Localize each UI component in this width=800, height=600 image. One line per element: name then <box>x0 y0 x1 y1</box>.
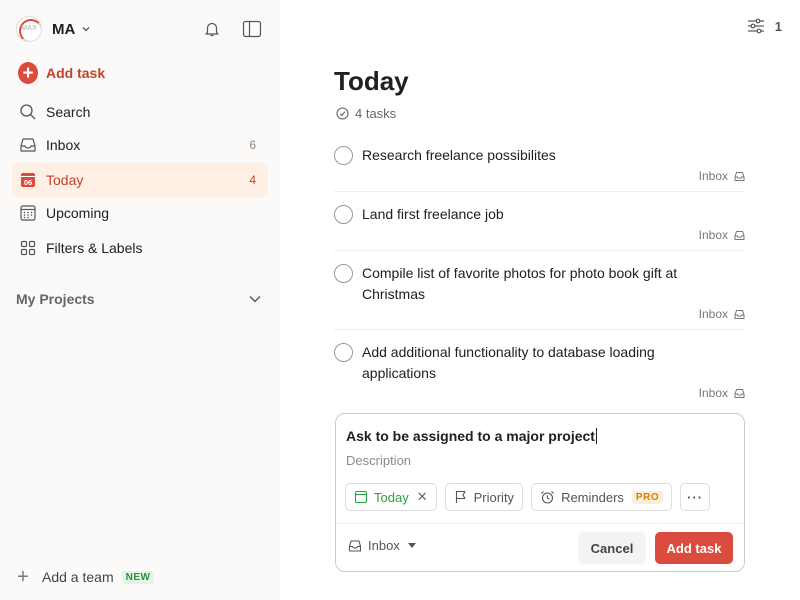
inbox-count: 6 <box>249 138 256 152</box>
grid-icon <box>18 238 38 258</box>
sidebar-item-label: Search <box>46 104 91 120</box>
more-icon: ··· <box>687 489 704 505</box>
calendar-icon <box>18 203 38 223</box>
task-checkbox[interactable] <box>334 146 353 165</box>
task-title[interactable]: Add additional functionality to database… <box>362 342 702 384</box>
task-checkbox[interactable] <box>334 264 353 283</box>
avatar: MAX <box>16 16 42 42</box>
view-options-button[interactable]: 1 <box>747 18 782 34</box>
chevron-down-icon[interactable] <box>248 292 262 306</box>
text-caret <box>595 428 597 444</box>
priority-chip[interactable]: Priority <box>444 483 524 511</box>
inbox-icon <box>734 230 745 240</box>
task-name-text: Ask to be assigned to a major project <box>346 428 595 444</box>
new-badge: NEW <box>121 570 155 584</box>
check-circle-icon <box>336 107 349 120</box>
sidebar-item-upcoming[interactable]: Upcoming <box>12 196 268 230</box>
due-date-label: Today <box>374 489 409 505</box>
user-menu[interactable]: MAX MA <box>16 16 91 42</box>
my-projects-label: My Projects <box>16 291 95 307</box>
inbox-icon <box>348 539 362 553</box>
reminders-label: Reminders <box>561 489 624 505</box>
task-attribute-chips: Today ✕ Priority Reminders PRO ··· <box>345 483 711 511</box>
my-projects-header[interactable]: My Projects <box>16 288 268 310</box>
today-icon-date: 06 <box>24 178 32 187</box>
project-selector-label: Inbox <box>368 538 400 553</box>
add-task-button[interactable]: + Add task <box>12 56 268 90</box>
task-name-input[interactable]: Ask to be assigned to a major project <box>346 428 597 444</box>
search-icon <box>18 102 38 122</box>
flag-icon <box>454 490 468 504</box>
add-team-button[interactable]: + Add a team NEW <box>16 566 155 588</box>
sidebar-item-today[interactable]: 06 Today 4 <box>12 163 268 197</box>
avatar-text: MAX <box>21 25 37 32</box>
task-item[interactable]: Add additional functionality to database… <box>334 342 745 408</box>
task-editor: Ask to be assigned to a major project To… <box>335 413 745 572</box>
calendar-icon <box>354 490 368 504</box>
sidebar-header: MAX MA <box>16 14 268 44</box>
sidebar-item-filters-labels[interactable]: Filters & Labels <box>12 231 268 265</box>
project-selector[interactable]: Inbox <box>348 538 416 553</box>
add-team-label: Add a team <box>42 569 114 585</box>
notifications-button[interactable] <box>200 17 224 41</box>
chevron-down-icon <box>82 27 90 32</box>
page-title: Today <box>334 66 409 96</box>
plus-icon: + <box>17 566 29 588</box>
task-project[interactable]: Inbox <box>699 307 745 321</box>
task-checkbox[interactable] <box>334 343 353 362</box>
view-count: 1 <box>774 18 782 34</box>
add-icon: + <box>18 62 38 84</box>
caret-down-icon <box>407 542 416 548</box>
calendar-today-icon: 06 <box>18 170 38 190</box>
add-task-submit-button[interactable]: Add task <box>655 532 733 564</box>
task-project[interactable]: Inbox <box>699 169 745 183</box>
alarm-clock-icon <box>540 490 555 505</box>
reminders-chip[interactable]: Reminders PRO <box>531 483 673 511</box>
editor-divider <box>336 523 744 524</box>
more-options-button[interactable]: ··· <box>680 483 711 511</box>
task-checkbox[interactable] <box>334 205 353 224</box>
toggle-sidebar-button[interactable] <box>240 17 264 41</box>
task-title[interactable]: Land first freelance job <box>362 204 702 225</box>
task-item[interactable]: Land first freelance job Inbox <box>334 204 745 251</box>
pro-badge: PRO <box>631 490 664 504</box>
cancel-button[interactable]: Cancel <box>578 532 646 564</box>
inbox-icon <box>18 135 38 155</box>
today-count: 4 <box>249 173 256 187</box>
sliders-icon <box>747 18 764 34</box>
task-item[interactable]: Compile list of favorite photos for phot… <box>334 263 745 330</box>
add-task-label: Add task <box>46 65 106 81</box>
bell-icon <box>205 22 219 37</box>
main-content: 1 Today 4 tasks Research freelance possi… <box>280 0 800 600</box>
sidebar-item-label: Filters & Labels <box>46 240 143 256</box>
due-date-chip[interactable]: Today ✕ <box>345 483 437 511</box>
task-title[interactable]: Research freelance possibilites <box>362 145 702 166</box>
inbox-icon <box>734 171 745 181</box>
task-project-name: Inbox <box>698 169 728 183</box>
sidebar-item-label: Inbox <box>46 137 81 153</box>
sidebar-toggle-icon <box>242 20 262 38</box>
task-count-text: 4 tasks <box>355 106 397 121</box>
inbox-icon <box>734 309 745 319</box>
sidebar: MAX MA + Add task Search Inbox 6 06 Toda… <box>0 0 280 600</box>
inbox-icon <box>734 388 745 398</box>
sidebar-item-label: Today <box>46 172 84 188</box>
sidebar-item-inbox[interactable]: Inbox 6 <box>12 128 268 162</box>
sidebar-item-label: Upcoming <box>46 205 110 221</box>
task-project-name: Inbox <box>698 228 728 242</box>
task-item[interactable]: Research freelance possibilites Inbox <box>334 145 745 192</box>
priority-label: Priority <box>473 489 515 505</box>
close-icon[interactable]: ✕ <box>417 489 428 505</box>
task-project-name: Inbox <box>698 386 728 400</box>
task-title[interactable]: Compile list of favorite photos for phot… <box>362 263 702 305</box>
task-project-name: Inbox <box>698 307 728 321</box>
user-name: MA <box>52 20 76 38</box>
description-input[interactable] <box>346 453 726 468</box>
task-project[interactable]: Inbox <box>699 228 745 242</box>
sidebar-item-search[interactable]: Search <box>12 95 268 129</box>
task-count: 4 tasks <box>336 106 396 121</box>
task-project[interactable]: Inbox <box>699 386 745 400</box>
